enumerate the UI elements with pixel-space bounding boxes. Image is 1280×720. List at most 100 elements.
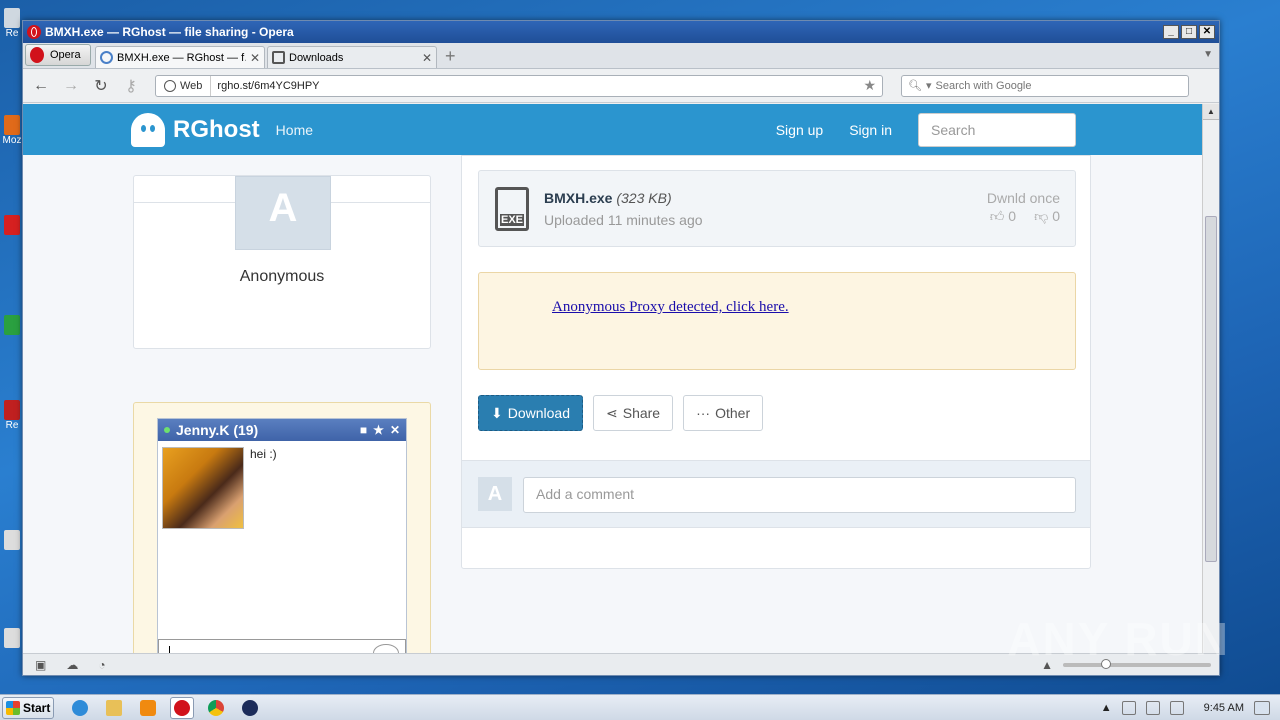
nav-home-link[interactable]: Home [276,122,313,138]
minimize-button[interactable]: _ [1163,25,1179,39]
page-viewport: RGhost Home Sign up Sign in Search A Ano… [23,104,1203,654]
clock[interactable]: 9:45 AM [1204,702,1244,714]
site-header: RGhost Home Sign up Sign in Search [23,104,1203,155]
ad-panel: Jenny.K (19) ■ ★ ✕ hei :) [133,402,431,654]
desktop-icon-app[interactable] [2,628,22,648]
comment-section: A Add a comment [462,460,1090,528]
panel-toggle-icon[interactable]: ▣ [35,658,46,672]
reload-icon[interactable]: ↻ [91,76,111,96]
other-label: Other [715,405,751,421]
scroll-up-arrow-icon[interactable]: ▲ [1203,104,1219,120]
like-button[interactable]: 👍︎ 0 [990,208,1016,225]
search-icon: 🔍︎ [908,80,922,92]
online-status-icon [164,427,170,433]
forward-arrow-icon[interactable]: → [61,77,81,95]
volume-icon[interactable] [1169,700,1184,715]
proxy-detected-link[interactable]: Anonymous Proxy detected, click here. [552,299,789,316]
window-title: BMXH.exe — RGhost — file sharing - Opera [45,25,294,39]
desktop-icon-recycle-bin[interactable]: Re [2,8,22,39]
avatar: A [235,176,331,250]
sign-up-link[interactable]: Sign up [776,122,823,138]
maximize-button[interactable]: □ [1181,25,1197,39]
close-tab-icon[interactable]: ✕ [422,51,432,65]
chat-profile-photo[interactable] [162,447,244,529]
title-bar[interactable]: BMXH.exe — RGhost — file sharing - Opera… [23,21,1219,43]
dislike-button[interactable]: 👎︎ 0 [1034,208,1060,225]
start-label: Start [23,700,51,715]
chat-ad-widget[interactable]: Jenny.K (19) ■ ★ ✕ hei :) [157,418,407,654]
site-search-input[interactable]: Search [918,112,1076,147]
video-camera-icon[interactable]: ■ [360,423,367,437]
search-placeholder: Search with Google [935,79,1032,92]
download-count: Dwnld once [986,190,1060,206]
site-search-placeholder: Search [931,121,976,138]
address-bar[interactable]: Web rgho.st/6m4YC9HPY ★ [155,74,883,97]
tab-bar: Opera BMXH.exe — RGhost — f… ✕ Downloads… [23,43,1219,69]
file-actions: ⬇ Download ⋖ Share ··· Other [478,395,764,431]
close-button[interactable]: ✕ [1199,25,1215,39]
share-label: Share [622,405,661,421]
chat-message-input[interactable] [158,639,406,654]
taskbar-chrome-icon[interactable] [204,697,228,719]
search-engine-chevron-icon[interactable]: ▾ [926,79,932,92]
action-center-icon[interactable] [1121,700,1136,715]
uploader-name[interactable]: Anonymous [134,268,430,286]
tab-rghost[interactable]: BMXH.exe — RGhost — f… ✕ [95,46,265,68]
thumbs-down-icon: 👎︎ [1034,208,1049,224]
navigation-bar: ← → ↻ ⚷ Web rgho.st/6m4YC9HPY ★ 🔍︎ ▾ Sea… [23,69,1219,103]
sign-in-link[interactable]: Sign in [849,122,892,138]
bookmark-star-icon[interactable]: ★ [863,77,882,94]
tray-expand-icon[interactable]: ▲ [1101,702,1112,714]
file-size: (323 KB) [616,190,672,206]
other-button[interactable]: ··· Other [683,395,764,431]
download-label: Download [507,405,570,421]
vertical-scrollbar[interactable]: ▲ [1202,104,1219,654]
key-icon[interactable]: ⚷ [121,76,141,96]
globe-icon [164,79,176,92]
tab-label: BMXH.exe — RGhost — f… [117,51,246,64]
desktop-icon-app[interactable] [2,315,22,335]
thumbs-up-icon: 👍︎ [989,208,1005,224]
desktop-icon-mozilla[interactable]: Moz [2,115,22,146]
taskbar-explorer-icon[interactable] [102,697,126,719]
opera-unite-icon[interactable]: ☁ [66,658,78,672]
chat-message: hei :) [250,447,277,461]
site-brand: RGhost [173,115,260,143]
download-button[interactable]: ⬇ Download [478,395,583,431]
taskbar-opera-icon[interactable] [170,696,194,719]
close-icon[interactable]: ✕ [390,423,400,437]
scrollbar-thumb[interactable] [1205,216,1217,562]
star-icon[interactable]: ★ [373,423,384,437]
taskbar-app-icon[interactable] [238,697,262,719]
back-arrow-icon[interactable]: ← [31,77,51,95]
new-tab-button[interactable]: + [445,46,456,67]
like-count: 0 [1008,208,1017,224]
taskbar-media-player-icon[interactable] [136,697,160,719]
close-tab-icon[interactable]: ✕ [250,51,260,65]
desktop-icon-app[interactable] [2,215,22,235]
tab-label: Downloads [289,51,344,64]
file-main-panel: EXE BMXH.exe (323 KB) Uploaded 11 minute… [461,155,1091,569]
downloads-icon [272,51,285,64]
show-desktop-button[interactable] [1254,700,1270,715]
upload-time: Uploaded 11 minutes ago [544,212,703,228]
turbo-icon[interactable]: ◔ [98,658,105,672]
site-logo[interactable]: RGhost [131,112,260,147]
share-button[interactable]: ⋖ Share [593,395,674,431]
network-icon[interactable] [1145,700,1160,715]
url-text[interactable]: rgho.st/6m4YC9HPY [211,80,863,92]
search-box[interactable]: 🔍︎ ▾ Search with Google [901,74,1189,97]
opera-logo-icon [30,47,44,63]
start-button[interactable]: Start [2,696,54,719]
taskbar-ie-icon[interactable] [68,697,92,719]
file-name-text: BMXH.exe [544,190,613,206]
comment-input[interactable]: Add a comment [523,477,1076,513]
desktop-icon-app[interactable] [2,530,22,550]
opera-logo-icon [27,25,41,39]
uploader-card: A Anonymous [133,175,431,349]
desktop-icon-app[interactable]: Re [2,400,22,431]
tab-downloads[interactable]: Downloads ✕ [267,46,437,68]
tab-list-chevron-icon[interactable]: ▼ [1203,49,1213,60]
opera-menu-button[interactable]: Opera [25,44,91,66]
exe-file-icon: EXE [495,187,529,231]
